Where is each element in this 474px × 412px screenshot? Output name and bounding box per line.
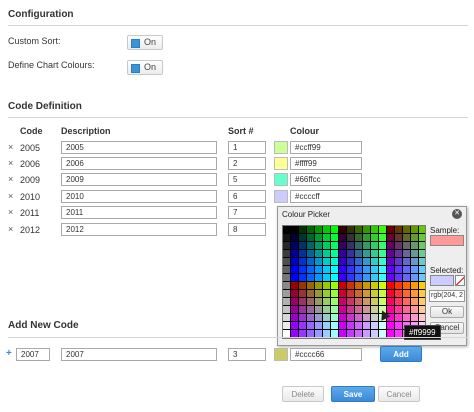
delete-button[interactable]: Delete (282, 386, 324, 402)
rgb-input[interactable]: rgb(204, 2 (429, 290, 465, 302)
remove-row-icon[interactable]: × (8, 224, 13, 234)
new-sort-input[interactable]: 3 (228, 348, 266, 361)
remove-row-icon[interactable]: × (8, 174, 13, 184)
table-row: × 2005 2005 1 #ccff99 (0, 141, 474, 157)
sort-input[interactable]: 6 (228, 190, 266, 203)
new-code-input[interactable]: 2007 (16, 348, 50, 361)
divider (8, 337, 468, 338)
remove-row-icon[interactable]: × (8, 158, 13, 168)
code-value: 2009 (20, 175, 41, 185)
custom-sort-toggle[interactable]: On (127, 35, 163, 50)
code-definition-title: Code Definition (8, 101, 82, 112)
configuration-title: Configuration (8, 9, 74, 20)
custom-sort-label: Custom Sort: (8, 36, 61, 46)
table-row: × 2010 2010 6 #ccccff (0, 190, 474, 206)
sort-input[interactable]: 7 (228, 206, 266, 219)
table-row: × 2006 2006 2 #ffff99 (0, 157, 474, 173)
toggle-state: On (144, 62, 157, 72)
sort-input[interactable]: 5 (228, 173, 266, 186)
sample-swatch (430, 235, 464, 246)
new-colour-input[interactable]: #cccc66 (290, 348, 362, 361)
remove-row-icon[interactable]: × (8, 191, 13, 201)
cancel-button[interactable]: Cancel (378, 386, 420, 402)
colour-input[interactable]: #ffff99 (290, 157, 362, 170)
toggle-knob (131, 64, 140, 73)
description-input[interactable]: 2009 (61, 173, 217, 186)
description-input[interactable]: 2005 (61, 141, 217, 154)
colour-input[interactable]: #ccccff (290, 190, 362, 203)
define-colours-toggle[interactable]: On (127, 60, 163, 75)
column-header-description: Description (61, 126, 111, 136)
column-header-code: Code (20, 126, 43, 136)
code-value: 2010 (20, 192, 41, 202)
code-value: 2011 (20, 208, 40, 218)
close-icon[interactable]: ✕ (452, 209, 462, 219)
column-header-colour: Colour (290, 126, 319, 136)
no-colour-icon[interactable] (455, 275, 465, 286)
plus-icon: + (6, 348, 12, 359)
save-button[interactable]: Save (331, 386, 375, 402)
ok-button[interactable]: Ok (430, 306, 464, 318)
column-header-sort: Sort # (228, 126, 254, 136)
add-button[interactable]: Add (380, 346, 422, 362)
remove-row-icon[interactable]: × (8, 142, 13, 152)
code-value: 2012 (20, 225, 41, 235)
add-new-code-title: Add New Code (8, 320, 79, 331)
description-input[interactable]: 2012 (61, 223, 217, 236)
description-input[interactable]: 2006 (61, 157, 217, 170)
divider (8, 117, 468, 118)
description-input[interactable]: 2010 (61, 190, 217, 203)
sort-input[interactable]: 2 (228, 157, 266, 170)
define-colours-label: Define Chart Colours: (8, 60, 95, 70)
selected-label: Selected: (430, 266, 464, 275)
colour-input[interactable]: #66ffcc (290, 173, 362, 186)
selected-swatch (430, 275, 454, 286)
toggle-knob (131, 39, 140, 48)
code-value: 2005 (20, 143, 41, 153)
sort-input[interactable]: 8 (228, 223, 266, 236)
sample-label: Sample: (430, 226, 460, 235)
colour-grid[interactable] (282, 225, 426, 339)
new-colour-swatch[interactable] (274, 348, 288, 361)
colour-input[interactable]: #ccff99 (290, 141, 362, 154)
table-row: × 2009 2009 5 #66ffcc (0, 173, 474, 189)
colour-swatch[interactable] (274, 173, 288, 186)
toggle-state: On (144, 37, 157, 47)
colour-swatch[interactable] (274, 141, 288, 154)
description-input[interactable]: 2011 (61, 206, 217, 219)
remove-row-icon[interactable]: × (8, 207, 13, 217)
colour-swatch[interactable] (274, 157, 288, 170)
colour-swatch[interactable] (274, 190, 288, 203)
divider (8, 25, 468, 26)
sort-input[interactable]: 1 (228, 141, 266, 154)
code-value: 2006 (20, 159, 41, 169)
colour-picker-title: Colour Picker (282, 210, 331, 219)
new-description-input[interactable]: 2007 (61, 348, 217, 361)
